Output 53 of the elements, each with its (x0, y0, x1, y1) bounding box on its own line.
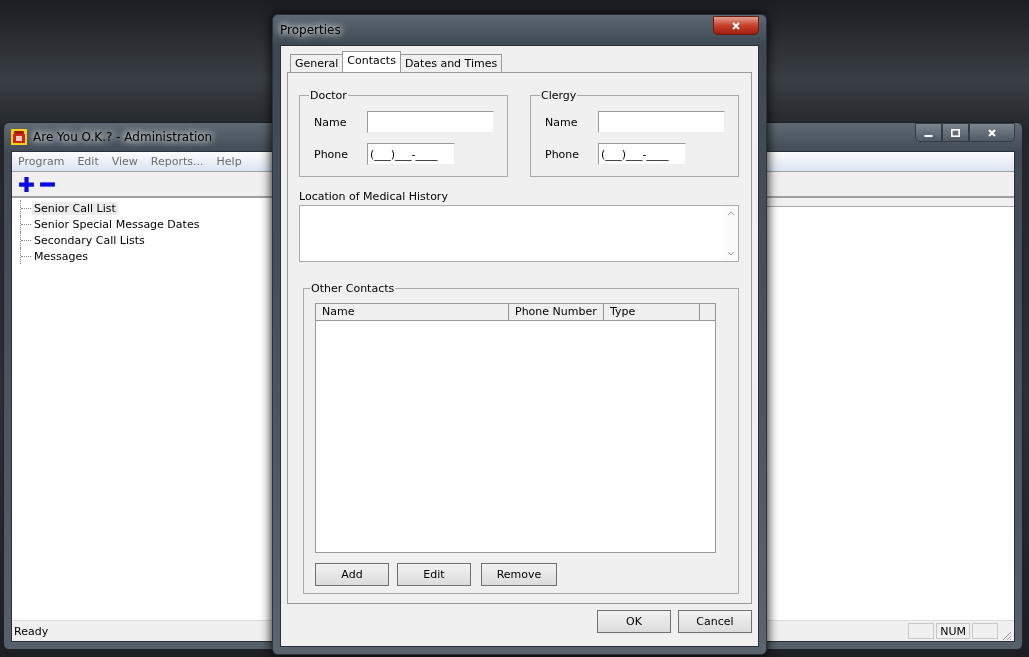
action-button[interactable]: Remove (481, 563, 557, 586)
action-button[interactable]: Add (315, 563, 389, 586)
menu-item[interactable]: Reports... (150, 155, 204, 168)
telephone-icon (11, 129, 27, 145)
dialog-title: Properties (280, 23, 342, 37)
field-label: Name (314, 115, 348, 129)
close-icon (731, 20, 741, 31)
group-title: Clergy (540, 89, 578, 102)
maximize-button[interactable] (942, 123, 969, 142)
field-label: Phone (545, 147, 581, 161)
column-header[interactable]: Type (604, 304, 700, 321)
menu-item[interactable]: Edit (77, 155, 99, 168)
window-title: Are You O.K.? - Administration (33, 130, 214, 144)
close-icon (987, 127, 997, 138)
tree-item[interactable]: Secondary Call Lists (32, 233, 147, 247)
input-field[interactable]: (___)___-____ (598, 143, 686, 165)
status-panel (972, 623, 998, 639)
maximize-icon (951, 128, 960, 137)
field-label: Phone (314, 147, 350, 161)
status-panel (908, 623, 935, 639)
scroll-down-icon[interactable] (727, 251, 735, 257)
input-field[interactable] (598, 111, 725, 133)
close-button[interactable] (713, 16, 759, 35)
plus-icon[interactable] (18, 175, 35, 193)
minimize-icon (924, 134, 933, 137)
action-button[interactable]: Edit (397, 563, 471, 586)
scroll-up-icon[interactable] (727, 210, 735, 216)
close-button[interactable] (969, 123, 1015, 142)
tree-item[interactable]: Senior Call List (32, 201, 118, 215)
tree-item[interactable]: Messages (32, 249, 90, 263)
minimize-button[interactable] (915, 123, 942, 142)
tab[interactable]: Dates and Times (399, 54, 503, 72)
menu-item[interactable]: View (111, 155, 138, 168)
field-label: Location of Medical History (299, 190, 449, 203)
group-title: Doctor (309, 89, 348, 102)
input-field[interactable] (367, 111, 494, 133)
menu-item[interactable]: Help (216, 155, 242, 168)
status-text: Ready (14, 624, 49, 638)
status-panel: NUM (936, 623, 970, 639)
column-header[interactable]: Phone Number (509, 304, 604, 321)
resize-grip-icon[interactable] (1000, 629, 1012, 641)
tab[interactable]: General (290, 54, 344, 72)
tab[interactable]: Contacts (342, 51, 401, 72)
column-header[interactable]: Name (316, 304, 509, 321)
field-label: Name (545, 115, 579, 129)
dialog-button[interactable]: Cancel (678, 610, 752, 633)
dialog-button[interactable]: OK (597, 610, 671, 633)
text-area[interactable] (299, 205, 739, 262)
menu-item[interactable]: Program (18, 155, 65, 168)
tree-item[interactable]: Senior Special Message Dates (32, 217, 202, 231)
group-title: Other Contacts (310, 282, 396, 295)
scrollbar[interactable] (724, 206, 738, 261)
input-field[interactable]: (___)___-____ (367, 143, 455, 165)
